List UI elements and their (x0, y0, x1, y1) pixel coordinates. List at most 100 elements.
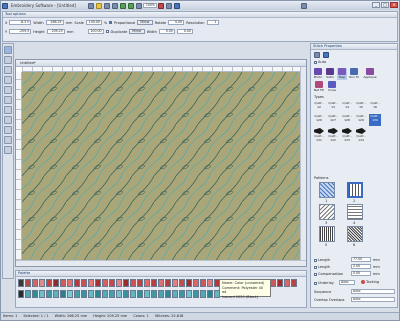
open-icon[interactable] (95, 2, 102, 9)
width-field[interactable]: 266.25 (45, 20, 64, 25)
x-field[interactable]: -8.5 0 (9, 20, 32, 25)
scale2-field[interactable]: 100.00 (87, 29, 104, 34)
stitch-type-netfill[interactable]: Net Fill (313, 81, 325, 93)
pattern-swatch[interactable] (319, 182, 335, 198)
monogram-tool-icon[interactable] (4, 106, 12, 114)
quilt-cell[interactable]: Quilt - 134 (355, 128, 367, 142)
swatch[interactable] (32, 279, 38, 287)
stitch-type-photo[interactable]: Photo (313, 68, 323, 80)
swatch[interactable] (172, 290, 178, 298)
swatch[interactable] (158, 290, 164, 298)
swatch[interactable] (130, 290, 136, 298)
resolution-field[interactable]: 1 (206, 20, 219, 25)
duplicate-checkbox[interactable] (105, 30, 109, 33)
stitch-type-step[interactable]: Step (337, 68, 347, 80)
swatch[interactable] (151, 290, 157, 298)
rectangle-tool-icon[interactable] (4, 76, 12, 84)
swatch[interactable] (207, 279, 213, 287)
swatch[interactable] (102, 290, 108, 298)
swatch[interactable] (81, 279, 87, 287)
swatch[interactable] (179, 279, 185, 287)
quilt-cell[interactable]: Quilt - 131 (313, 128, 325, 142)
pen-tool-icon[interactable] (4, 66, 12, 74)
length2-checkbox[interactable] (314, 265, 317, 269)
quilt-cell[interactable]: Quilt - 127 (327, 114, 339, 126)
swatch[interactable] (207, 290, 213, 298)
vertical-scrollbar[interactable] (300, 67, 306, 260)
swatch[interactable] (179, 290, 185, 298)
swatch[interactable] (109, 279, 115, 287)
ellipse-tool-icon[interactable] (4, 86, 12, 94)
undo-icon[interactable] (119, 2, 126, 9)
tools-icon[interactable] (300, 2, 307, 9)
swatch[interactable] (158, 279, 164, 287)
grid-icon[interactable] (165, 2, 172, 9)
maximize-button[interactable]: □ (381, 2, 389, 8)
view-icon[interactable] (173, 2, 180, 9)
stitch-type-cross[interactable]: Cross (327, 81, 337, 93)
skew2-field[interactable]: 0.00 (176, 29, 193, 34)
mirror-h-button[interactable]: Mirror (137, 20, 153, 25)
swatch[interactable] (95, 290, 101, 298)
underlay-select[interactable]: Auto (339, 280, 355, 285)
swatch[interactable] (284, 279, 290, 287)
swatch[interactable] (291, 279, 297, 287)
redo-icon[interactable] (127, 2, 134, 9)
compensation-field[interactable]: 0.00 (351, 271, 371, 276)
swatch[interactable] (46, 290, 52, 298)
swatch[interactable] (151, 279, 157, 287)
panel-tool-icon[interactable] (314, 52, 320, 58)
swatch[interactable] (200, 279, 206, 287)
swatch[interactable] (137, 290, 143, 298)
pattern-swatch[interactable] (319, 226, 335, 242)
swatch[interactable] (53, 290, 59, 298)
swatch[interactable] (193, 279, 199, 287)
sequence-select[interactable]: Auto (351, 289, 395, 294)
select-tool-icon[interactable] (4, 46, 12, 54)
swatch[interactable] (186, 290, 192, 298)
close-button[interactable]: × (390, 2, 398, 8)
overlap-select[interactable]: Auto (351, 297, 395, 302)
fill-tool-icon[interactable] (4, 126, 12, 134)
quilt-cell[interactable]: Quilt - 13 (327, 101, 339, 113)
swatch[interactable] (88, 279, 94, 287)
quilt-cell-selected[interactable]: Quilt - 130 (369, 114, 381, 126)
swatch[interactable] (95, 279, 101, 287)
height-field[interactable]: 209.25 (46, 29, 65, 34)
pattern-swatch[interactable] (347, 226, 363, 242)
quilt-cell[interactable]: Quilt - 126 (313, 114, 325, 126)
swatch[interactable] (277, 279, 283, 287)
swatch[interactable] (25, 290, 31, 298)
print-icon[interactable] (111, 2, 118, 9)
swatch[interactable] (137, 279, 143, 287)
swatch[interactable] (109, 290, 115, 298)
length-checkbox[interactable] (314, 258, 317, 262)
knife-tool-icon[interactable] (4, 116, 12, 124)
quilt-cell[interactable]: Quilt - 16 (369, 101, 381, 113)
compensation-checkbox[interactable] (314, 272, 317, 276)
length2-field[interactable]: 2.00 (351, 264, 371, 269)
swatch[interactable] (193, 290, 199, 298)
swatch[interactable] (88, 290, 94, 298)
swatch[interactable] (165, 279, 171, 287)
swatch[interactable] (60, 279, 66, 287)
pattern-swatch[interactable] (347, 204, 363, 220)
swatch[interactable] (67, 279, 73, 287)
mirror-v-button[interactable]: Mirror (129, 29, 145, 34)
shape-tool-icon[interactable] (4, 56, 12, 64)
swatch[interactable] (144, 279, 150, 287)
stitch-type-applique[interactable]: Applique (363, 68, 377, 80)
zoom-icon[interactable] (135, 2, 142, 9)
swatch[interactable] (123, 290, 129, 298)
swatch[interactable] (18, 279, 24, 287)
design-canvas[interactable] (22, 72, 300, 260)
new-icon[interactable] (87, 2, 94, 9)
panel-tool2-icon[interactable] (323, 52, 329, 58)
stitch-type-satin[interactable]: Satin (325, 68, 335, 80)
proportional-checkbox[interactable] (109, 21, 113, 24)
pan-tool-icon[interactable] (4, 146, 12, 154)
swatch[interactable] (18, 290, 24, 298)
scale-field[interactable]: 100.00 (85, 20, 102, 25)
swatch[interactable] (200, 290, 206, 298)
swatch[interactable] (39, 290, 45, 298)
